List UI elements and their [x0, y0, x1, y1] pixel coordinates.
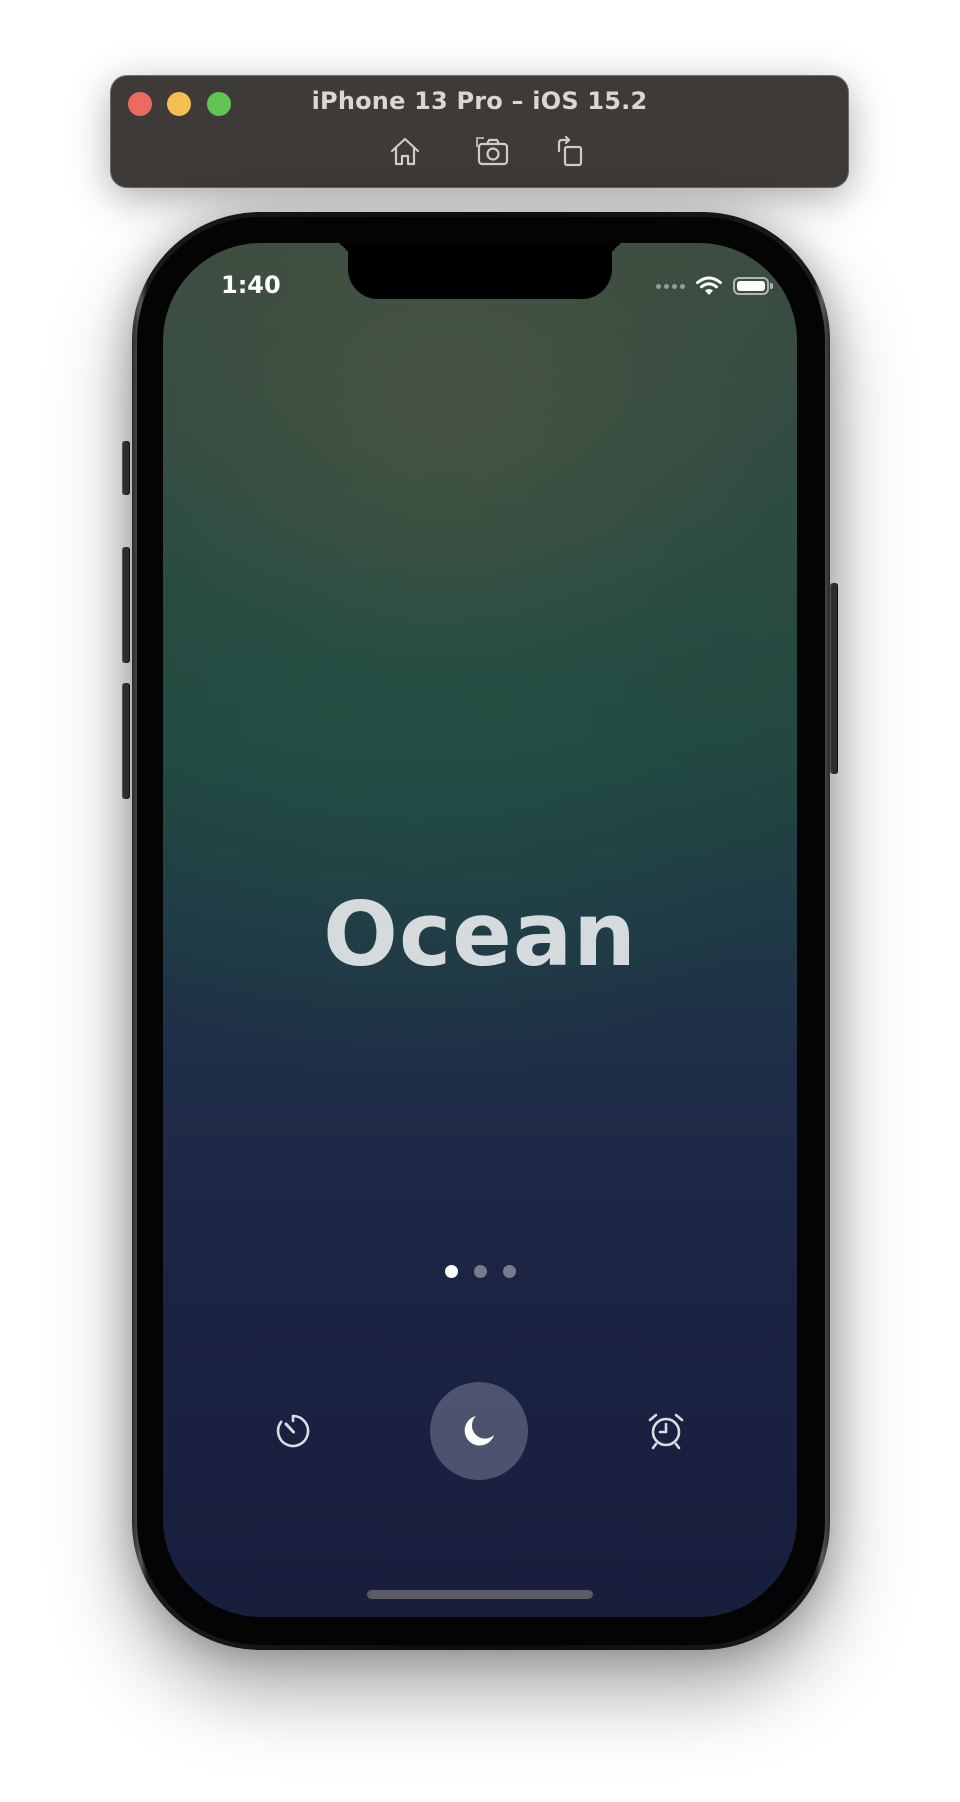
- status-bar-time: 1:40: [221, 271, 281, 299]
- timer-icon: [276, 1414, 310, 1448]
- home-indicator[interactable]: [367, 1590, 593, 1599]
- cellular-signal-icon: [656, 283, 685, 289]
- simulator-title: iPhone 13 Pro – iOS 15.2: [311, 87, 648, 115]
- page-dot-1[interactable]: [444, 1265, 458, 1278]
- phone-screen: 1:40 Ocean: [163, 243, 797, 1617]
- page-dot-3[interactable]: [502, 1265, 516, 1278]
- camera-icon: [476, 137, 509, 166]
- volume-down-button[interactable]: [122, 683, 130, 799]
- power-button[interactable]: [830, 583, 838, 774]
- moon-icon: [464, 1416, 494, 1446]
- bottom-tab-bar: [163, 1382, 797, 1480]
- simulator-screenshot-button[interactable]: [475, 134, 511, 170]
- mute-switch[interactable]: [122, 441, 130, 495]
- simulator-stage: iPhone 13 Pro – iOS 15.2 1:40 Ocean: [0, 0, 960, 1802]
- page-dot-2[interactable]: [473, 1265, 487, 1278]
- alarm-button[interactable]: [646, 1411, 686, 1451]
- home-icon: [390, 137, 420, 166]
- timer-button[interactable]: [273, 1411, 313, 1451]
- alarm-clock-icon: [648, 1413, 684, 1450]
- rotate-icon: [557, 135, 583, 167]
- sleep-button[interactable]: [430, 1382, 528, 1480]
- notch: [348, 243, 612, 299]
- simulator-home-button[interactable]: [387, 134, 423, 170]
- battery-icon: [733, 277, 773, 295]
- status-bar-icons: [656, 273, 773, 299]
- simulator-title-bar: iPhone 13 Pro – iOS 15.2: [111, 76, 848, 187]
- volume-up-button[interactable]: [122, 547, 130, 663]
- simulator-rotate-button[interactable]: [552, 134, 588, 170]
- page-indicator[interactable]: [163, 1265, 797, 1278]
- wifi-icon: [695, 275, 723, 297]
- sound-title: Ocean: [323, 883, 637, 986]
